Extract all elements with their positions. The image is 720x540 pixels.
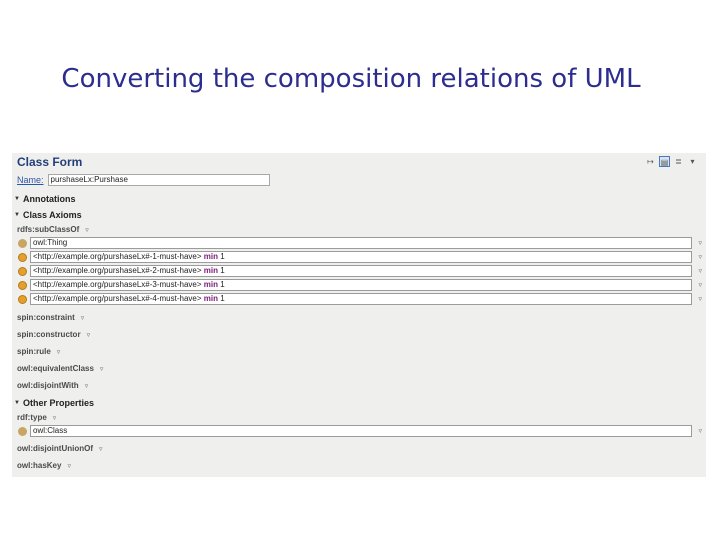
- source-view-icon[interactable]: ≣: [673, 156, 684, 167]
- prop-menu-icon[interactable]: ▿: [85, 382, 89, 390]
- collapse-icon[interactable]: ▼: [14, 400, 20, 406]
- class-icon: [18, 426, 27, 436]
- subclass-value-field[interactable]: owl:Thing: [30, 237, 692, 249]
- form-toolbar: ↦ ▤ ≣ ▾: [645, 156, 698, 167]
- prop-menu-icon[interactable]: ▿: [81, 314, 85, 322]
- class-icon: [18, 238, 27, 248]
- name-label[interactable]: Name:: [17, 175, 44, 185]
- row-menu-icon[interactable]: ▿: [692, 239, 702, 247]
- subclass-value-field[interactable]: <http://example.org/purshaseLx#-1-must-h…: [30, 251, 692, 263]
- prop-subclassof: rdfs:subClassOf ▿: [17, 225, 89, 234]
- row-menu-icon[interactable]: ▿: [692, 253, 702, 261]
- subclass-value-row: <http://example.org/purshaseLx#-3-must-h…: [18, 279, 702, 291]
- prop-equivalent-class: owl:equivalentClass ▿: [17, 364, 104, 373]
- prop-rule: spin:rule ▿: [17, 347, 61, 356]
- row-menu-icon[interactable]: ▿: [692, 267, 702, 275]
- subclass-value-row: <http://example.org/purshaseLx#-1-must-h…: [18, 251, 702, 263]
- navigate-icon[interactable]: ↦: [645, 156, 656, 167]
- class-form-panel: Class Form ↦ ▤ ≣ ▾ Name: purshaseLx:Purs…: [12, 153, 706, 477]
- row-menu-icon[interactable]: ▿: [692, 427, 702, 435]
- restriction-icon: [18, 294, 27, 304]
- section-class-axioms[interactable]: ▼ Class Axioms: [14, 210, 82, 220]
- name-row: Name: purshaseLx:Purshase: [17, 174, 270, 186]
- restriction-icon: [18, 252, 27, 262]
- type-value-row: owl:Class ▿: [18, 425, 702, 437]
- prop-menu-icon[interactable]: ▿: [57, 348, 61, 356]
- prop-menu-icon[interactable]: ▿: [67, 462, 71, 470]
- prop-menu-icon[interactable]: ▿: [99, 445, 103, 453]
- subclass-value-field[interactable]: <http://example.org/purshaseLx#-3-must-h…: [30, 279, 692, 291]
- type-value-field[interactable]: owl:Class: [30, 425, 692, 437]
- slide-title: Converting the composition relations of …: [61, 64, 641, 94]
- prop-has-key: owl:hasKey ▿: [17, 461, 71, 470]
- row-menu-icon[interactable]: ▿: [692, 281, 702, 289]
- prop-disjoint-with: owl:disjointWith ▿: [17, 381, 89, 390]
- section-other-properties[interactable]: ▼ Other Properties: [14, 398, 94, 408]
- prop-disjoint-union-of: owl:disjointUnionOf ▿: [17, 444, 103, 453]
- subclass-value-row: <http://example.org/purshaseLx#-4-must-h…: [18, 293, 702, 305]
- subclass-value-field[interactable]: <http://example.org/purshaseLx#-2-must-h…: [30, 265, 692, 277]
- section-annotations[interactable]: ▼ Annotations: [14, 194, 75, 204]
- restriction-icon: [18, 266, 27, 276]
- prop-menu-icon[interactable]: ▿: [85, 226, 89, 234]
- restriction-icon: [18, 280, 27, 290]
- form-title: Class Form: [17, 155, 83, 169]
- prop-menu-icon[interactable]: ▿: [100, 365, 104, 373]
- prop-constraint: spin:constraint ▿: [17, 313, 85, 322]
- row-menu-icon[interactable]: ▿: [692, 295, 702, 303]
- collapse-icon[interactable]: ▼: [14, 196, 20, 202]
- collapse-icon[interactable]: ▼: [14, 212, 20, 218]
- prop-constructor: spin:constructor ▿: [17, 330, 91, 339]
- subclass-value-row: <http://example.org/purshaseLx#-2-must-h…: [18, 265, 702, 277]
- name-field[interactable]: purshaseLx:Purshase: [47, 174, 270, 186]
- prop-menu-icon[interactable]: ▿: [87, 331, 91, 339]
- menu-icon[interactable]: ▾: [687, 156, 698, 167]
- prop-menu-icon[interactable]: ▿: [53, 414, 57, 422]
- prop-type: rdf:type ▿: [17, 413, 57, 422]
- form-view-icon[interactable]: ▤: [659, 156, 670, 167]
- subclass-value-row: owl:Thing ▿: [18, 237, 702, 249]
- subclass-value-field[interactable]: <http://example.org/purshaseLx#-4-must-h…: [30, 293, 692, 305]
